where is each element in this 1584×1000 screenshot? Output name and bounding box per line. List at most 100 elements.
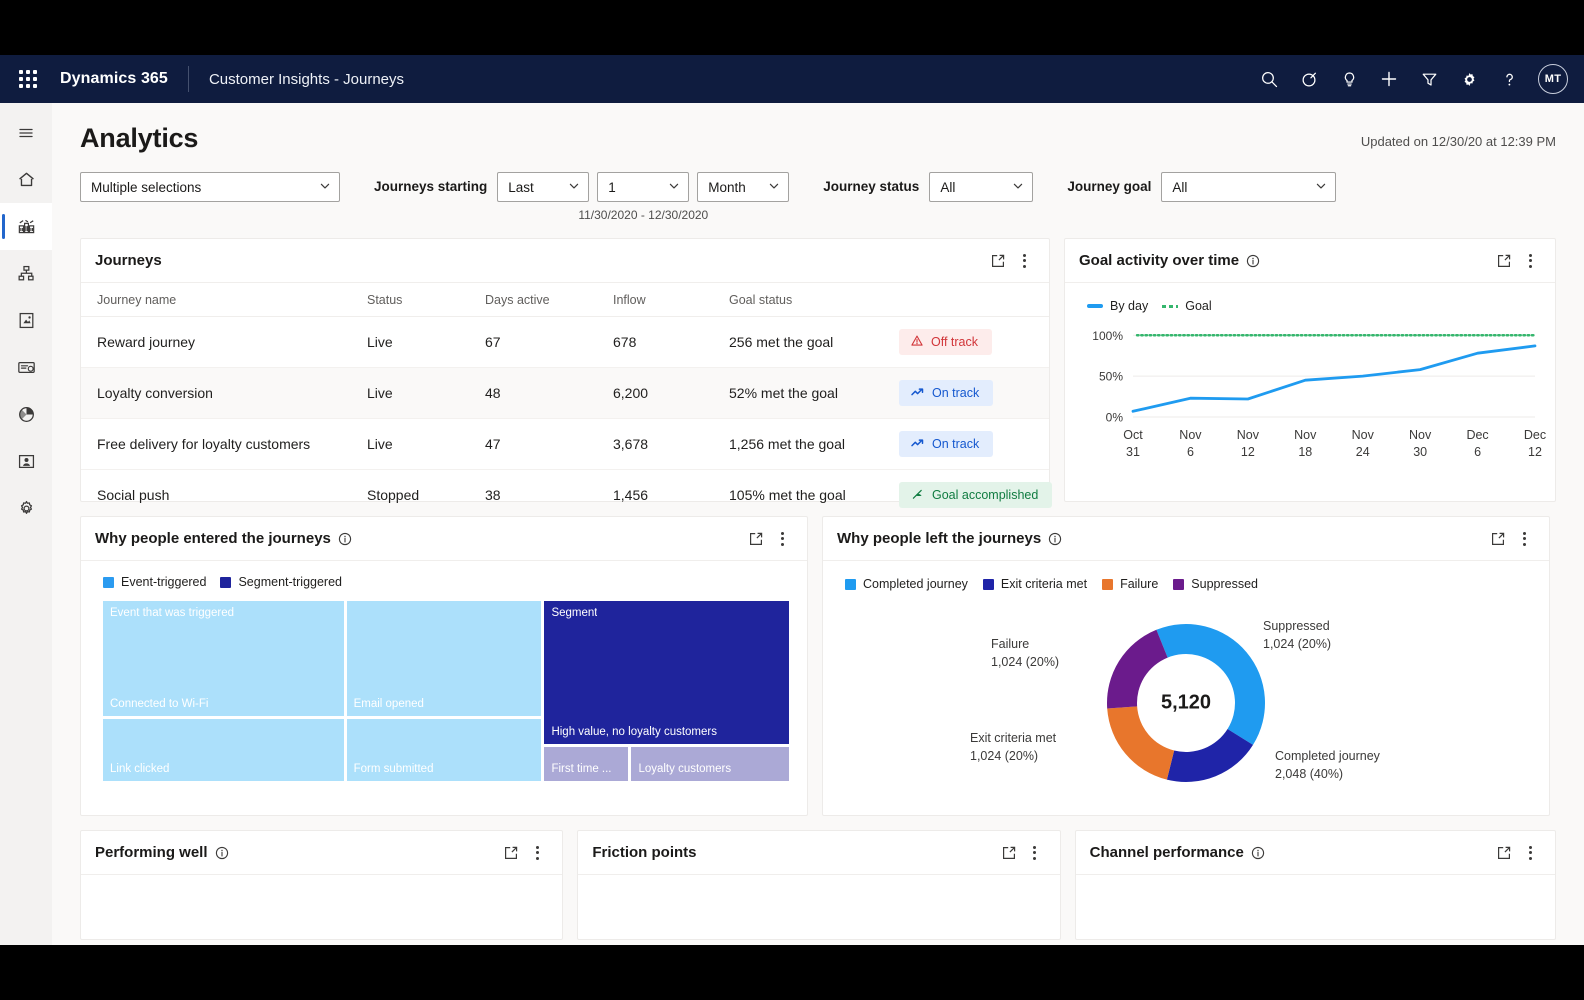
journey-goal-dropdown[interactable]: All [1161, 172, 1337, 202]
treemap-tile[interactable]: Link clicked [103, 719, 344, 781]
expand-icon[interactable] [1485, 526, 1511, 552]
info-icon[interactable] [1048, 532, 1062, 546]
donut-label-name: Completed journey [1275, 749, 1380, 763]
chevron-down-icon [1315, 180, 1327, 195]
legend-item-event-triggered[interactable]: Event-triggered [103, 575, 206, 589]
sidebar-item-segments[interactable] [0, 438, 52, 485]
svg-text:Dec: Dec [1524, 428, 1546, 442]
cell-badge: On track [899, 418, 1049, 470]
info-icon[interactable] [1246, 254, 1260, 268]
letterbox-bottom [0, 945, 1584, 1000]
more-options-icon[interactable] [1011, 248, 1037, 274]
col-goal-status[interactable]: Goal status [729, 283, 899, 317]
legend-item-completed-journey[interactable]: Completed journey [845, 577, 968, 591]
filter-icon[interactable] [1412, 62, 1446, 96]
table-row[interactable]: Loyalty conversion Live 48 6,200 52% met… [81, 367, 1049, 419]
legend-item-goal[interactable]: Goal [1162, 299, 1212, 313]
help-icon[interactable] [1492, 62, 1526, 96]
legend-item-failure[interactable]: Failure [1102, 577, 1158, 591]
info-icon[interactable] [338, 532, 352, 546]
range-count-value: 1 [608, 179, 616, 195]
more-options-icon[interactable] [1517, 248, 1543, 274]
treemap-subrow: First time ... Loyalty customers [544, 747, 789, 781]
search-icon[interactable] [1252, 62, 1286, 96]
badge-label: Off track [931, 335, 979, 349]
more-options-icon[interactable] [1511, 526, 1537, 552]
legend-item-exit-criteria-met[interactable]: Exit criteria met [982, 577, 1087, 591]
journeys-card-header: Journeys [81, 239, 1049, 283]
plus-icon[interactable] [1372, 62, 1406, 96]
info-icon[interactable] [215, 846, 229, 860]
donut-slice[interactable] [1156, 624, 1265, 745]
journey-goal-label: Journey goal [1067, 179, 1152, 194]
more-options-icon[interactable] [769, 526, 795, 552]
sidebar-item-journeys[interactable] [0, 250, 52, 297]
table-row[interactable]: Free delivery for loyalty customers Live… [81, 418, 1049, 470]
treemap-tile[interactable]: Email opened [346, 601, 542, 716]
lightbulb-icon[interactable] [1332, 62, 1366, 96]
sidebar-item-emails[interactable] [0, 344, 52, 391]
treemap-tile[interactable]: Form submitted [346, 719, 542, 781]
range-mode-dropdown[interactable]: Last [497, 172, 590, 202]
svg-text:0%: 0% [1106, 411, 1124, 425]
journey-status-dropdown[interactable]: All [929, 172, 1034, 202]
treemap-tile[interactable]: Loyalty customers [631, 747, 789, 781]
journeys-table-body: Journey name Status Days active Inflow G… [81, 283, 1053, 508]
donut-slice[interactable] [1166, 728, 1253, 782]
sidebar-item-insights[interactable] [0, 391, 52, 438]
legend-item-suppressed[interactable]: Suppressed [1173, 577, 1258, 591]
multi-select-dropdown[interactable]: Multiple selections [80, 172, 340, 202]
col-inflow[interactable]: Inflow [613, 283, 729, 317]
focus-target-icon[interactable] [1292, 62, 1326, 96]
donut-slice[interactable] [1107, 629, 1168, 709]
col-journey-name[interactable]: Journey name [81, 283, 367, 317]
sidebar-item-menu-toggle[interactable] [0, 109, 52, 156]
expand-icon[interactable] [498, 840, 524, 866]
app-name-label: Customer Insights - Journeys [208, 70, 405, 88]
avatar[interactable]: MT [1538, 64, 1568, 94]
goal-chart-legend: By day Goal [1065, 283, 1555, 313]
sidebar-item-home[interactable] [0, 156, 52, 203]
app-launcher-waffle-icon[interactable] [8, 59, 48, 99]
svg-text:Nov: Nov [1294, 428, 1317, 442]
gear-icon[interactable] [1452, 62, 1486, 96]
cell-journey-name: Free delivery for loyalty customers [81, 418, 367, 470]
journey-goal-group: Journey goal All [1067, 172, 1337, 202]
journey-status-group: Journey status All [823, 172, 1034, 202]
expand-icon[interactable] [1491, 248, 1517, 274]
goal-chart-plot: 0% 50% 100% Oct 31 Nov 6 Nov 12 Nov 18 Nov 24 Nov 30 De… [1065, 313, 1555, 501]
main-content: Analytics Updated on 12/30/20 at 12:39 P… [52, 103, 1584, 945]
legend-item-segment-triggered[interactable]: Segment-triggered [220, 575, 342, 589]
dashboard-row-2: Why people entered the journeys Event-tr… [80, 516, 1556, 816]
expand-icon[interactable] [743, 526, 769, 552]
legend-item-by-day[interactable]: By day [1087, 299, 1148, 313]
badge-label: Goal accomplished [932, 488, 1039, 502]
more-options-icon[interactable] [1517, 840, 1543, 866]
more-options-icon[interactable] [524, 840, 550, 866]
treemap-tile[interactable]: First time ... [544, 747, 629, 781]
col-days-active[interactable]: Days active [485, 283, 613, 317]
cell-days-active: 48 [485, 367, 613, 419]
table-row[interactable]: Reward journey Live 67 678 256 met the g… [81, 316, 1049, 368]
table-row[interactable]: Social push Stopped 38 1,456 105% met th… [81, 470, 1053, 521]
sidebar-item-analytics[interactable] [0, 203, 52, 250]
donut-slice[interactable] [1107, 706, 1175, 780]
expand-icon[interactable] [1491, 840, 1517, 866]
expand-icon[interactable] [996, 840, 1022, 866]
treemap-tile[interactable]: Event that was triggered Connected to Wi… [103, 601, 344, 716]
treemap-tile-label: Event that was triggered [110, 607, 235, 619]
donut-label-completed-journey: Completed journey 2,048 (40%) [1275, 747, 1380, 783]
left-journeys-card-title: Why people left the journeys [837, 530, 1042, 547]
treemap-tile[interactable]: Segment High value, no loyalty customers [544, 601, 789, 744]
left-sidebar [0, 103, 52, 945]
sidebar-item-settings[interactable] [0, 485, 52, 532]
col-status[interactable]: Status [367, 283, 485, 317]
range-count-dropdown[interactable]: 1 [597, 172, 690, 202]
more-options-icon[interactable] [1022, 840, 1048, 866]
brand-title[interactable]: Dynamics 365 [60, 70, 168, 88]
range-unit-dropdown[interactable]: Month [697, 172, 790, 202]
expand-icon[interactable] [985, 248, 1011, 274]
performing-well-card-header: Performing well [81, 831, 563, 875]
info-icon[interactable] [1251, 846, 1265, 860]
sidebar-item-content[interactable] [0, 297, 52, 344]
